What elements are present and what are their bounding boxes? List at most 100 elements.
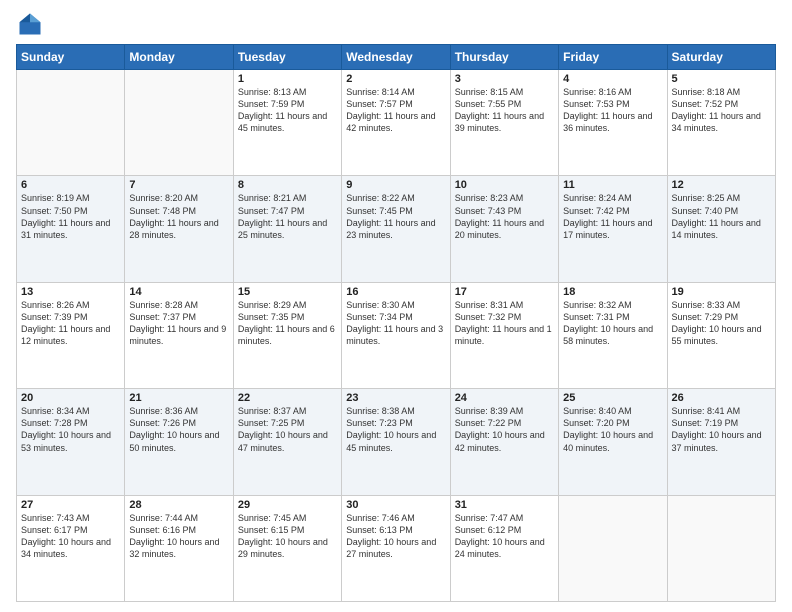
calendar-cell-4-7: 26Sunrise: 8:41 AMSunset: 7:19 PMDayligh…: [667, 389, 775, 495]
day-number: 19: [672, 286, 771, 298]
cell-info: Sunrise: 8:15 AMSunset: 7:55 PMDaylight:…: [455, 86, 554, 135]
cell-info: Sunrise: 8:32 AMSunset: 7:31 PMDaylight:…: [563, 299, 662, 348]
calendar-cell-1-7: 5Sunrise: 8:18 AMSunset: 7:52 PMDaylight…: [667, 70, 775, 176]
day-number: 27: [21, 499, 120, 511]
calendar-week-5: 27Sunrise: 7:43 AMSunset: 6:17 PMDayligh…: [17, 495, 776, 601]
cell-info: Sunrise: 8:26 AMSunset: 7:39 PMDaylight:…: [21, 299, 120, 348]
calendar-cell-4-6: 25Sunrise: 8:40 AMSunset: 7:20 PMDayligh…: [559, 389, 667, 495]
calendar-cell-4-3: 22Sunrise: 8:37 AMSunset: 7:25 PMDayligh…: [233, 389, 341, 495]
day-number: 24: [455, 392, 554, 404]
day-number: 4: [563, 73, 662, 85]
logo-icon: [16, 10, 44, 38]
cell-info: Sunrise: 7:45 AMSunset: 6:15 PMDaylight:…: [238, 512, 337, 561]
calendar-cell-3-6: 18Sunrise: 8:32 AMSunset: 7:31 PMDayligh…: [559, 282, 667, 388]
cell-info: Sunrise: 8:37 AMSunset: 7:25 PMDaylight:…: [238, 405, 337, 454]
header: [16, 10, 776, 38]
cell-info: Sunrise: 7:47 AMSunset: 6:12 PMDaylight:…: [455, 512, 554, 561]
calendar-cell-5-1: 27Sunrise: 7:43 AMSunset: 6:17 PMDayligh…: [17, 495, 125, 601]
calendar-header-friday: Friday: [559, 45, 667, 70]
calendar-cell-2-3: 8Sunrise: 8:21 AMSunset: 7:47 PMDaylight…: [233, 176, 341, 282]
calendar-header-monday: Monday: [125, 45, 233, 70]
calendar-cell-4-1: 20Sunrise: 8:34 AMSunset: 7:28 PMDayligh…: [17, 389, 125, 495]
cell-info: Sunrise: 8:25 AMSunset: 7:40 PMDaylight:…: [672, 192, 771, 241]
day-number: 25: [563, 392, 662, 404]
calendar-cell-4-5: 24Sunrise: 8:39 AMSunset: 7:22 PMDayligh…: [450, 389, 558, 495]
calendar-cell-1-2: [125, 70, 233, 176]
calendar-cell-5-7: [667, 495, 775, 601]
calendar-header-sunday: Sunday: [17, 45, 125, 70]
day-number: 13: [21, 286, 120, 298]
calendar-cell-1-6: 4Sunrise: 8:16 AMSunset: 7:53 PMDaylight…: [559, 70, 667, 176]
calendar-cell-1-1: [17, 70, 125, 176]
calendar-cell-5-5: 31Sunrise: 7:47 AMSunset: 6:12 PMDayligh…: [450, 495, 558, 601]
calendar-week-1: 1Sunrise: 8:13 AMSunset: 7:59 PMDaylight…: [17, 70, 776, 176]
day-number: 8: [238, 179, 337, 191]
calendar-cell-4-2: 21Sunrise: 8:36 AMSunset: 7:26 PMDayligh…: [125, 389, 233, 495]
cell-info: Sunrise: 7:44 AMSunset: 6:16 PMDaylight:…: [129, 512, 228, 561]
cell-info: Sunrise: 8:38 AMSunset: 7:23 PMDaylight:…: [346, 405, 445, 454]
day-number: 9: [346, 179, 445, 191]
day-number: 12: [672, 179, 771, 191]
calendar-cell-2-6: 11Sunrise: 8:24 AMSunset: 7:42 PMDayligh…: [559, 176, 667, 282]
cell-info: Sunrise: 8:23 AMSunset: 7:43 PMDaylight:…: [455, 192, 554, 241]
calendar-cell-1-3: 1Sunrise: 8:13 AMSunset: 7:59 PMDaylight…: [233, 70, 341, 176]
cell-info: Sunrise: 8:36 AMSunset: 7:26 PMDaylight:…: [129, 405, 228, 454]
cell-info: Sunrise: 8:18 AMSunset: 7:52 PMDaylight:…: [672, 86, 771, 135]
day-number: 7: [129, 179, 228, 191]
cell-info: Sunrise: 8:20 AMSunset: 7:48 PMDaylight:…: [129, 192, 228, 241]
calendar-cell-1-5: 3Sunrise: 8:15 AMSunset: 7:55 PMDaylight…: [450, 70, 558, 176]
cell-info: Sunrise: 8:39 AMSunset: 7:22 PMDaylight:…: [455, 405, 554, 454]
calendar-cell-3-4: 16Sunrise: 8:30 AMSunset: 7:34 PMDayligh…: [342, 282, 450, 388]
cell-info: Sunrise: 8:13 AMSunset: 7:59 PMDaylight:…: [238, 86, 337, 135]
cell-info: Sunrise: 8:16 AMSunset: 7:53 PMDaylight:…: [563, 86, 662, 135]
calendar-header-thursday: Thursday: [450, 45, 558, 70]
cell-info: Sunrise: 8:30 AMSunset: 7:34 PMDaylight:…: [346, 299, 445, 348]
day-number: 5: [672, 73, 771, 85]
day-number: 22: [238, 392, 337, 404]
calendar-cell-3-3: 15Sunrise: 8:29 AMSunset: 7:35 PMDayligh…: [233, 282, 341, 388]
cell-info: Sunrise: 8:29 AMSunset: 7:35 PMDaylight:…: [238, 299, 337, 348]
calendar-week-3: 13Sunrise: 8:26 AMSunset: 7:39 PMDayligh…: [17, 282, 776, 388]
calendar-cell-2-4: 9Sunrise: 8:22 AMSunset: 7:45 PMDaylight…: [342, 176, 450, 282]
calendar-cell-2-1: 6Sunrise: 8:19 AMSunset: 7:50 PMDaylight…: [17, 176, 125, 282]
day-number: 20: [21, 392, 120, 404]
calendar-table: SundayMondayTuesdayWednesdayThursdayFrid…: [16, 44, 776, 602]
cell-info: Sunrise: 8:21 AMSunset: 7:47 PMDaylight:…: [238, 192, 337, 241]
calendar-cell-3-2: 14Sunrise: 8:28 AMSunset: 7:37 PMDayligh…: [125, 282, 233, 388]
cell-info: Sunrise: 8:31 AMSunset: 7:32 PMDaylight:…: [455, 299, 554, 348]
calendar-cell-2-5: 10Sunrise: 8:23 AMSunset: 7:43 PMDayligh…: [450, 176, 558, 282]
calendar-cell-4-4: 23Sunrise: 8:38 AMSunset: 7:23 PMDayligh…: [342, 389, 450, 495]
calendar-week-4: 20Sunrise: 8:34 AMSunset: 7:28 PMDayligh…: [17, 389, 776, 495]
day-number: 30: [346, 499, 445, 511]
calendar-cell-2-7: 12Sunrise: 8:25 AMSunset: 7:40 PMDayligh…: [667, 176, 775, 282]
calendar-cell-5-4: 30Sunrise: 7:46 AMSunset: 6:13 PMDayligh…: [342, 495, 450, 601]
day-number: 3: [455, 73, 554, 85]
calendar-cell-5-3: 29Sunrise: 7:45 AMSunset: 6:15 PMDayligh…: [233, 495, 341, 601]
cell-info: Sunrise: 8:34 AMSunset: 7:28 PMDaylight:…: [21, 405, 120, 454]
day-number: 21: [129, 392, 228, 404]
calendar-header-wednesday: Wednesday: [342, 45, 450, 70]
day-number: 6: [21, 179, 120, 191]
day-number: 14: [129, 286, 228, 298]
cell-info: Sunrise: 7:46 AMSunset: 6:13 PMDaylight:…: [346, 512, 445, 561]
calendar-week-2: 6Sunrise: 8:19 AMSunset: 7:50 PMDaylight…: [17, 176, 776, 282]
cell-info: Sunrise: 8:28 AMSunset: 7:37 PMDaylight:…: [129, 299, 228, 348]
cell-info: Sunrise: 7:43 AMSunset: 6:17 PMDaylight:…: [21, 512, 120, 561]
calendar-cell-1-4: 2Sunrise: 8:14 AMSunset: 7:57 PMDaylight…: [342, 70, 450, 176]
cell-info: Sunrise: 8:41 AMSunset: 7:19 PMDaylight:…: [672, 405, 771, 454]
day-number: 10: [455, 179, 554, 191]
day-number: 18: [563, 286, 662, 298]
cell-info: Sunrise: 8:33 AMSunset: 7:29 PMDaylight:…: [672, 299, 771, 348]
cell-info: Sunrise: 8:40 AMSunset: 7:20 PMDaylight:…: [563, 405, 662, 454]
calendar-header-tuesday: Tuesday: [233, 45, 341, 70]
calendar-cell-5-6: [559, 495, 667, 601]
calendar-cell-3-7: 19Sunrise: 8:33 AMSunset: 7:29 PMDayligh…: [667, 282, 775, 388]
day-number: 31: [455, 499, 554, 511]
calendar-cell-3-1: 13Sunrise: 8:26 AMSunset: 7:39 PMDayligh…: [17, 282, 125, 388]
cell-info: Sunrise: 8:19 AMSunset: 7:50 PMDaylight:…: [21, 192, 120, 241]
day-number: 15: [238, 286, 337, 298]
day-number: 11: [563, 179, 662, 191]
logo: [16, 10, 48, 38]
calendar-cell-3-5: 17Sunrise: 8:31 AMSunset: 7:32 PMDayligh…: [450, 282, 558, 388]
cell-info: Sunrise: 8:24 AMSunset: 7:42 PMDaylight:…: [563, 192, 662, 241]
